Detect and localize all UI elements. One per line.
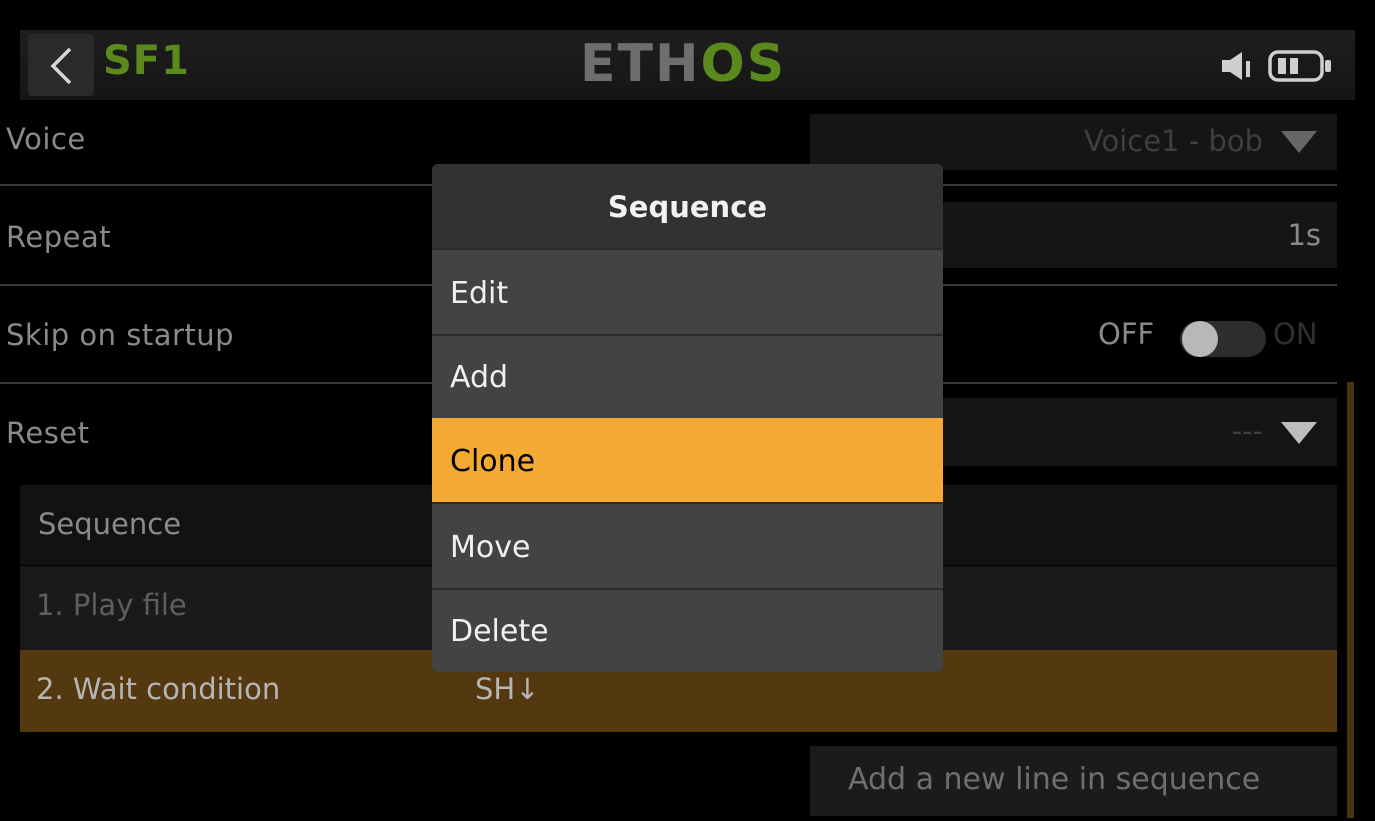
logo-text-right: OS: [700, 34, 787, 94]
menu-item-edit[interactable]: Edit: [432, 250, 943, 336]
menu-item-label: Delete: [450, 614, 549, 649]
toggle-on-label: ON: [1273, 317, 1318, 351]
menu-item-label: Add: [450, 360, 509, 395]
repeat-value: 1s: [1287, 218, 1321, 252]
menu-item-add[interactable]: Add: [432, 334, 943, 420]
page-title: SF1: [103, 38, 190, 84]
header-bar: SF1 ETHOS: [20, 30, 1355, 100]
menu-item-clone[interactable]: Clone: [432, 418, 943, 504]
menu-item-label: Edit: [450, 276, 509, 311]
chevron-left-icon: [50, 47, 72, 85]
voice-label: Voice: [6, 122, 86, 156]
toggle-knob: [1182, 321, 1218, 357]
dropdown-arrow-icon: [1281, 131, 1317, 153]
sequence-item-label: 2. Wait condition: [36, 672, 281, 706]
toggle-track: [1180, 321, 1266, 357]
scrollbar[interactable]: [1347, 382, 1354, 818]
logo-text-left: ETH: [580, 34, 701, 94]
toggle-off-label: OFF: [1098, 317, 1155, 351]
menu-item-move[interactable]: Move: [432, 504, 943, 590]
battery-icon: [1268, 50, 1331, 82]
voice-dropdown[interactable]: Voice1 - bob: [810, 114, 1337, 170]
popup-title-bar: Sequence: [432, 164, 943, 250]
sequence-item-label: 1. Play file: [36, 588, 187, 622]
add-line-button[interactable]: Add a new line in sequence: [810, 746, 1337, 816]
sequence-header-label: Sequence: [38, 507, 182, 541]
repeat-label: Repeat: [6, 220, 112, 254]
dropdown-arrow-icon: [1281, 422, 1317, 444]
menu-item-delete[interactable]: Delete: [432, 588, 943, 672]
skip-on-startup-label: Skip on startup: [6, 318, 235, 352]
menu-item-label: Clone: [450, 444, 536, 479]
popup-title: Sequence: [607, 190, 768, 224]
sequence-item-value: SH↓: [475, 672, 540, 706]
sequence-popup-menu: Sequence Edit Add Clone Move Delete: [432, 164, 943, 672]
menu-item-label: Move: [450, 530, 531, 565]
reset-value: ---: [1231, 414, 1263, 448]
back-button[interactable]: [28, 34, 94, 96]
ethos-logo: ETHOS: [580, 34, 786, 94]
add-line-label: Add a new line in sequence: [848, 762, 1261, 797]
screen: SF1 ETHOS Voice Voice1 - bob Repeat 1s S…: [0, 0, 1375, 821]
speaker-icon: [1222, 52, 1250, 80]
reset-label: Reset: [6, 416, 90, 450]
voice-value: Voice1 - bob: [1083, 124, 1263, 158]
